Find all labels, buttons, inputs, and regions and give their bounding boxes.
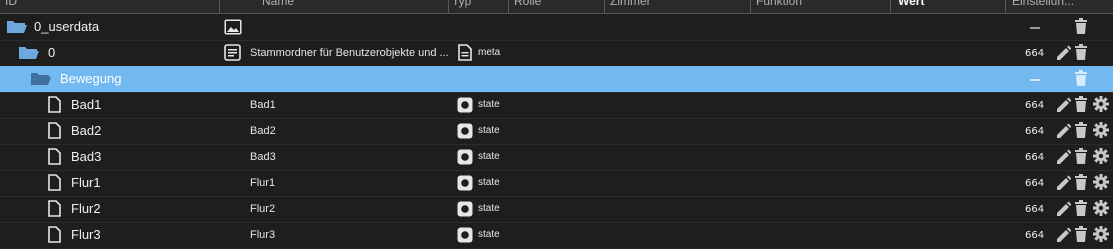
row-name: Flur3 xyxy=(250,229,276,241)
gear-icon[interactable] xyxy=(1093,96,1109,117)
delete-icon[interactable] xyxy=(1074,18,1088,40)
header-function[interactable]: Funktion xyxy=(756,0,802,8)
folder-open-icon[interactable] xyxy=(30,70,52,91)
row-type: state xyxy=(478,203,500,214)
delete-icon[interactable] xyxy=(1075,148,1087,170)
state-icon xyxy=(457,175,473,196)
row-type: state xyxy=(478,151,500,162)
state-icon xyxy=(457,201,473,222)
row-rights: 664 xyxy=(1025,204,1045,215)
state-icon xyxy=(457,227,473,248)
row-type: state xyxy=(478,125,500,136)
delete-icon[interactable] xyxy=(1075,226,1087,248)
row-name: Bad1 xyxy=(250,99,276,111)
row-id: Flur2 xyxy=(71,201,101,216)
file-icon[interactable] xyxy=(48,226,61,248)
row-name: Flur1 xyxy=(250,177,276,189)
row-type: state xyxy=(478,229,500,240)
row-name: Stammordner für Benutzerobjekte und ... xyxy=(250,47,449,59)
header-divider[interactable] xyxy=(604,0,605,13)
table-row[interactable]: Flur1 Flur1 state 664 xyxy=(0,170,1113,197)
gear-icon[interactable] xyxy=(1093,200,1109,221)
row-id: Flur3 xyxy=(71,227,101,242)
table-row[interactable]: 0_userdata xyxy=(0,14,1113,41)
row-name: Flur2 xyxy=(250,203,276,215)
header-divider[interactable] xyxy=(448,0,449,13)
no-rights-dash xyxy=(1030,27,1040,29)
file-text-icon xyxy=(458,44,472,66)
state-icon xyxy=(457,123,473,144)
row-name: Bad2 xyxy=(250,125,276,137)
file-icon[interactable] xyxy=(48,148,61,170)
row-type: state xyxy=(478,99,500,110)
edit-icon[interactable] xyxy=(1056,96,1072,117)
edit-icon[interactable] xyxy=(1056,174,1072,195)
state-icon xyxy=(457,149,473,170)
delete-icon[interactable] xyxy=(1075,96,1087,118)
row-name: Bad3 xyxy=(250,151,276,163)
file-icon[interactable] xyxy=(48,200,61,222)
no-rights-dash xyxy=(1030,79,1040,81)
folder-open-icon[interactable] xyxy=(6,18,28,39)
header-type[interactable]: Typ xyxy=(452,0,471,8)
row-rights: 664 xyxy=(1025,126,1045,137)
header-divider[interactable] xyxy=(750,0,751,13)
row-rights: 664 xyxy=(1025,152,1045,163)
delete-icon[interactable] xyxy=(1074,70,1088,92)
edit-icon[interactable] xyxy=(1056,200,1072,221)
state-icon xyxy=(457,97,473,118)
header-divider[interactable] xyxy=(219,0,220,13)
description-icon xyxy=(224,44,241,66)
delete-icon[interactable] xyxy=(1075,122,1087,144)
row-id: 0_userdata xyxy=(34,19,100,34)
delete-icon[interactable] xyxy=(1075,174,1087,196)
gear-icon[interactable] xyxy=(1093,148,1109,169)
row-id: Bad3 xyxy=(71,149,102,164)
image-icon[interactable] xyxy=(224,19,242,40)
table-row[interactable]: Flur2 Flur2 state 664 xyxy=(0,196,1113,223)
edit-icon[interactable] xyxy=(1056,148,1072,169)
gear-icon[interactable] xyxy=(1093,122,1109,143)
header-room[interactable]: Zimmer xyxy=(610,0,651,8)
row-id: Bad1 xyxy=(71,97,102,112)
file-icon[interactable] xyxy=(48,174,61,196)
edit-icon[interactable] xyxy=(1056,226,1072,247)
table-row[interactable]: 0 Stammordner für Benutzerobjekte und ..… xyxy=(0,40,1113,67)
delete-icon[interactable] xyxy=(1074,44,1088,66)
edit-icon[interactable] xyxy=(1056,122,1072,143)
edit-icon[interactable] xyxy=(1056,44,1072,65)
table-row[interactable]: Flur3 Flur3 state 664 xyxy=(0,222,1113,249)
row-id: 0 xyxy=(48,45,56,60)
header-value[interactable]: Wert xyxy=(898,0,924,8)
file-icon[interactable] xyxy=(48,122,61,144)
delete-icon[interactable] xyxy=(1075,200,1087,222)
header-settings[interactable]: Einstellun... xyxy=(1012,0,1074,8)
file-icon[interactable] xyxy=(48,96,61,118)
row-rights: 664 xyxy=(1025,100,1045,111)
folder-open-icon[interactable] xyxy=(18,44,40,65)
gear-icon[interactable] xyxy=(1093,226,1109,247)
row-type: meta xyxy=(478,47,501,58)
table-row-selected[interactable]: Bewegung xyxy=(0,66,1113,93)
header-name[interactable]: Name xyxy=(262,0,294,8)
table-row[interactable]: Bad2 Bad2 state 664 xyxy=(0,118,1113,145)
row-type: state xyxy=(478,177,500,188)
table-row[interactable]: Bad1 Bad1 state 664 xyxy=(0,92,1113,119)
row-id: Bad2 xyxy=(71,123,102,138)
header-divider[interactable] xyxy=(1005,0,1006,13)
table-header: ID Name Typ Rolle Zimmer Funktion Wert E… xyxy=(0,0,1113,14)
row-rights: 664 xyxy=(1025,48,1045,59)
table-row[interactable]: Bad3 Bad3 state 664 xyxy=(0,144,1113,171)
row-id: Bewegung xyxy=(60,71,122,86)
header-divider[interactable] xyxy=(890,0,891,13)
header-role[interactable]: Rolle xyxy=(514,0,541,8)
row-id: Flur1 xyxy=(71,175,101,190)
row-rights: 664 xyxy=(1025,178,1045,189)
row-rights: 664 xyxy=(1025,230,1045,241)
header-id[interactable]: ID xyxy=(5,0,17,8)
header-divider[interactable] xyxy=(508,0,509,13)
gear-icon[interactable] xyxy=(1093,174,1109,195)
